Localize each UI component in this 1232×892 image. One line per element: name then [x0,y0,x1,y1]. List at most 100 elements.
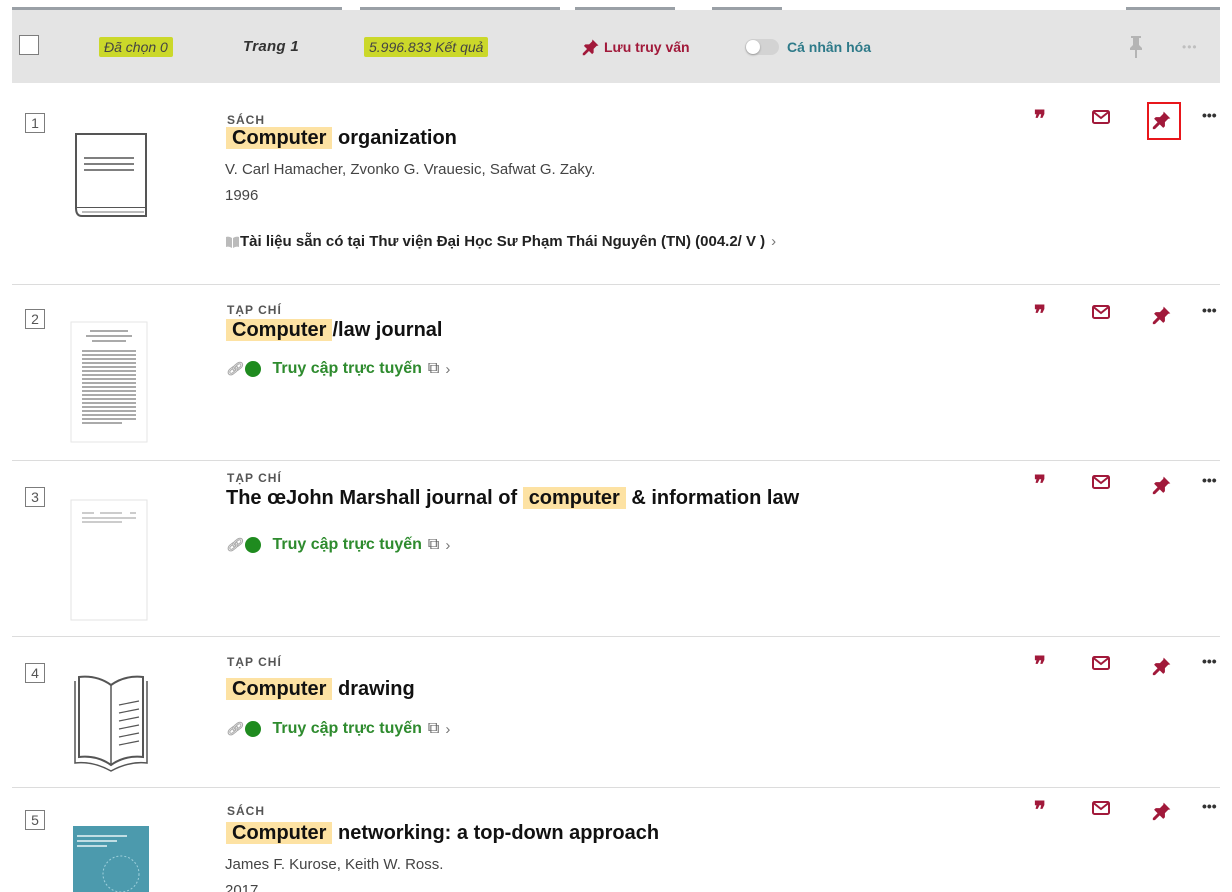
result-title[interactable]: Computer networking: a top-down approach [226,822,659,845]
result-year: 1996 [225,187,259,204]
email-button[interactable] [1092,475,1110,489]
page-indicator: Trang 1 [243,10,299,83]
title-highlight: computer [522,487,626,509]
result-actions: ❞ ••• [1032,301,1220,329]
pushpin-icon [1152,306,1171,325]
chevron-right-icon: › [771,233,777,250]
result-actions: ❞ ••• [1032,798,1220,825]
online-access-link[interactable]: 🔗︎ Truy cập trực tuyến ⧉ › [226,720,450,738]
envelope-icon [1092,801,1110,815]
resource-type: TẠP CHÍ [227,655,282,669]
result-count-label: 5.996.833 Kết quả [364,36,489,57]
quote-icon: ❞ [1034,301,1046,327]
title-highlight: Computer [226,678,333,700]
pinned-items-button[interactable] [1129,10,1143,83]
email-button[interactable] [1092,110,1110,124]
ellipsis-icon: ••• [1182,39,1198,54]
availability-link[interactable]: Tài liệu sẵn có tại Thư viện Đại Học Sư … [225,233,776,250]
toggle-knob [746,39,760,54]
status-dot-icon [244,721,261,737]
book-open-icon [226,236,239,248]
save-query-button[interactable]: Lưu truy vấn [582,10,690,83]
title-highlight: Computer [226,127,333,149]
result-number[interactable]: 3 [25,487,45,507]
personalize-toggle[interactable]: Cá nhân hóa [745,10,871,83]
envelope-icon [1092,110,1110,124]
title-text: networking: a top-down approach [332,822,660,844]
result-title[interactable]: The œJohn Marshall journal of computer &… [226,487,799,510]
ellipsis-icon: ••• [1202,107,1217,123]
external-link-icon: ⧉ [427,536,440,553]
ellipsis-icon: ••• [1202,653,1217,669]
quote-icon: ❞ [1034,471,1046,497]
pin-button[interactable] [1152,656,1172,676]
citation-button[interactable]: ❞ [1034,652,1046,678]
resource-type: SÁCH [227,804,266,818]
book-icon [75,133,147,217]
result-actions: ❞ ••• [1032,102,1220,140]
result-number[interactable]: 4 [25,663,45,683]
citation-button[interactable]: ❞ [1034,799,1046,821]
citation-button[interactable]: ❞ [1034,106,1046,132]
pushpin-icon [1152,476,1171,495]
envelope-icon [1092,475,1110,489]
more-actions-button[interactable]: ••• [1202,472,1217,488]
result-count: 5.996.833 Kết quả [364,10,489,83]
result-number[interactable]: 2 [25,309,45,329]
title-text: /law journal [332,319,443,341]
title-highlight: Computer [226,319,333,341]
chevron-right-icon: › [445,536,451,554]
result-year: 2017 [225,882,259,892]
title-highlight: Computer [226,822,333,844]
result-number[interactable]: 1 [25,113,45,133]
result-number[interactable]: 5 [25,810,45,830]
quote-icon: ❞ [1034,106,1046,132]
quote-icon: ❞ [1034,652,1046,678]
toggle-switch[interactable] [745,38,779,55]
more-actions-button[interactable]: ••• [1202,107,1217,123]
pin-button[interactable] [1152,475,1172,495]
email-button[interactable] [1092,305,1110,319]
result-title[interactable]: Computer/law journal [226,319,442,342]
result-item: 1 SÁCH Computer organization V. Carl Ham… [12,83,1220,285]
title-text: The œJohn Marshall journal of [226,487,523,509]
pin-button[interactable] [1152,801,1172,821]
book-cover-thumbnail [73,826,149,892]
envelope-icon [1092,305,1110,319]
result-author: James F. Kurose, Keith W. Ross. [225,856,444,873]
external-link-icon: ⧉ [427,360,440,377]
citation-button[interactable]: ❞ [1034,471,1046,497]
personalize-label: Cá nhân hóa [787,38,872,55]
email-button[interactable] [1092,801,1110,815]
availability-text: Tài liệu sẵn có tại Thư viện Đại Học Sư … [240,233,766,250]
selected-count: Đã chọn 0 [99,10,173,83]
pin-button[interactable] [1152,305,1172,325]
more-actions-button[interactable]: ••• [1202,798,1217,814]
citation-button[interactable]: ❞ [1034,301,1046,327]
result-title[interactable]: Computer organization [226,127,457,150]
result-author: V. Carl Hamacher, Zvonko G. Vrauesic, Sa… [225,161,596,178]
email-button[interactable] [1092,656,1110,670]
external-link-icon: ⧉ [427,720,440,737]
online-access-link[interactable]: 🔗︎ Truy cập trực tuyến ⧉ › [226,536,450,554]
pushpin-icon [1152,111,1171,130]
select-all-checkbox[interactable] [19,35,39,55]
page-label: Trang 1 [243,38,300,55]
more-actions-button[interactable]: ••• [1202,302,1217,318]
selected-count-label: Đã chọn 0 [99,36,173,57]
result-title[interactable]: Computer drawing [226,678,415,701]
title-text: drawing [332,678,415,700]
ellipsis-icon: ••• [1202,798,1217,814]
link-icon: 🔗︎ [226,361,243,376]
thumbtack-icon [1130,35,1142,58]
link-icon: 🔗︎ [226,721,243,736]
toolbar-more-button[interactable]: ••• [1182,10,1198,83]
more-actions-button[interactable]: ••• [1202,653,1217,669]
result-item: 2 TẠP CHÍ Computer/law journal 🔗︎ Truy c… [12,285,1220,461]
pin-button[interactable] [1152,110,1172,130]
online-access-link[interactable]: 🔗︎ Truy cập trực tuyến ⧉ › [226,360,450,378]
online-access-label: Truy cập trực tuyến [272,720,422,737]
online-access-label: Truy cập trực tuyến [272,536,422,553]
ellipsis-icon: ••• [1202,472,1217,488]
pushpin-icon [1152,657,1171,676]
